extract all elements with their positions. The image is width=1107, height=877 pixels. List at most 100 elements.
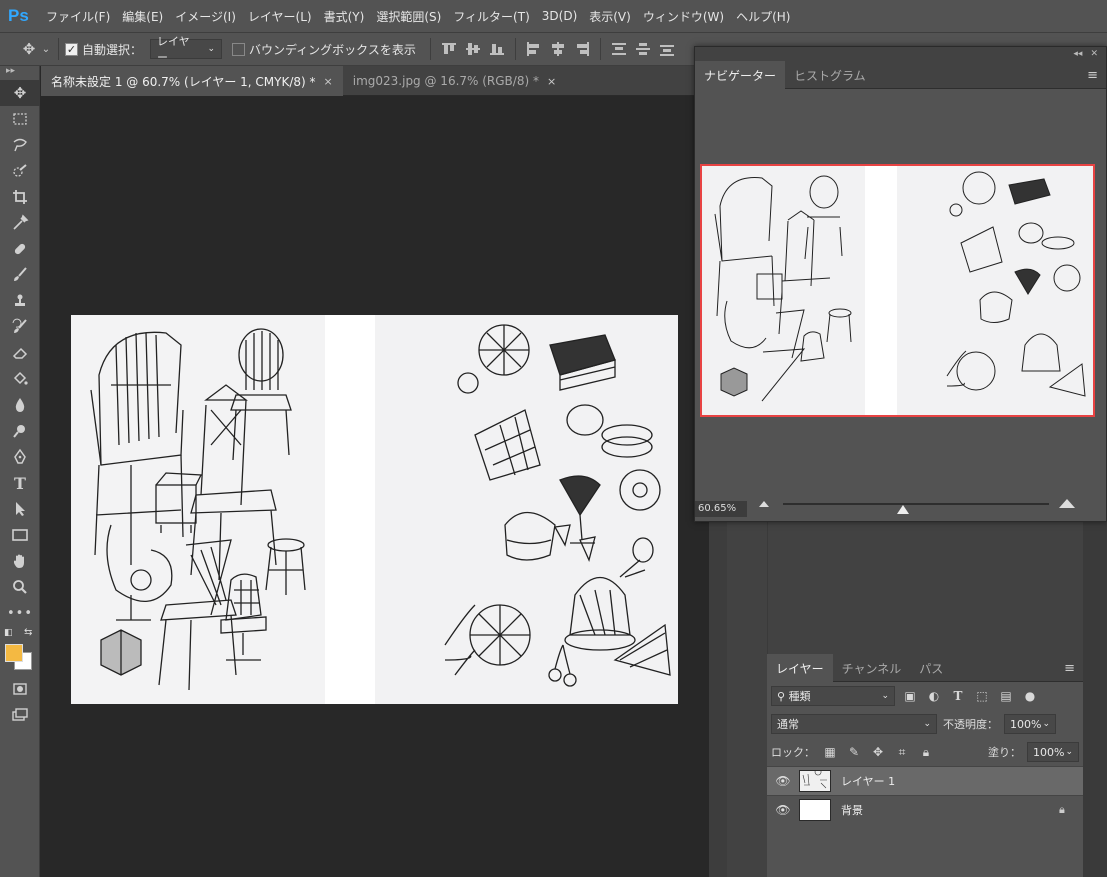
type-filter-icon[interactable]: T bbox=[949, 689, 967, 703]
brush-tool-icon[interactable] bbox=[0, 262, 40, 288]
pixel-filter-icon[interactable]: ▣ bbox=[901, 689, 919, 703]
rectangle-tool-icon[interactable] bbox=[0, 522, 40, 548]
distribute-top-icon[interactable] bbox=[610, 42, 628, 56]
zoom-tool-icon[interactable] bbox=[0, 574, 40, 600]
default-colors-icon[interactable]: ◧ bbox=[4, 628, 13, 638]
panel-menu-icon[interactable]: ≡ bbox=[1087, 68, 1098, 83]
tab-layers[interactable]: レイヤー bbox=[767, 654, 833, 682]
lock-transparent-icon[interactable]: ▦ bbox=[821, 745, 839, 759]
menu-window[interactable]: ウィンドウ(W) bbox=[637, 8, 730, 25]
collapse-panel-icon[interactable]: ◂◂ bbox=[1073, 49, 1082, 59]
zoom-value[interactable]: 60.65% bbox=[695, 501, 747, 517]
smart-object-filter-icon[interactable]: ▤ bbox=[997, 689, 1015, 703]
tab-channels[interactable]: チャンネル bbox=[833, 654, 911, 682]
zoom-slider[interactable] bbox=[783, 503, 1049, 505]
layer-filter-dropdown[interactable]: ⚲ 種類 ⌄ bbox=[771, 686, 895, 706]
blend-row: 通常 ⌄ 不透明度： 100% ⌄ bbox=[767, 710, 1083, 738]
align-bottom-icon[interactable] bbox=[488, 42, 506, 56]
adjustment-filter-icon[interactable]: ◐ bbox=[925, 689, 943, 703]
more-tools-icon[interactable]: ••• bbox=[0, 600, 40, 626]
auto-select-target-dropdown[interactable]: レイヤー ⌄ bbox=[150, 35, 223, 64]
align-left-icon[interactable] bbox=[525, 42, 543, 56]
visibility-eye-icon[interactable]: 👁︎ bbox=[767, 803, 799, 817]
crop-tool-icon[interactable] bbox=[0, 184, 40, 210]
align-vcenter-icon[interactable] bbox=[464, 42, 482, 56]
close-icon[interactable]: × bbox=[324, 75, 333, 88]
layer-name[interactable]: レイヤー 1 bbox=[841, 773, 1059, 789]
blur-tool-icon[interactable] bbox=[0, 392, 40, 418]
align-right-icon[interactable] bbox=[573, 42, 591, 56]
foreground-color-swatch[interactable] bbox=[5, 644, 23, 662]
layers-panel: レイヤー チャンネル パス ≡ ⚲ 種類 ⌄ ▣ ◐ T ⬚ ▤ ● 通常 ⌄ … bbox=[767, 654, 1083, 877]
lasso-tool-icon[interactable] bbox=[0, 132, 40, 158]
tab-document-2[interactable]: img023.jpg @ 16.7% (RGB/8) * × bbox=[343, 66, 566, 96]
auto-select-checkbox[interactable]: ✓ bbox=[65, 42, 78, 56]
lock-artboard-icon[interactable]: ⌗ bbox=[893, 745, 911, 760]
tab-histogram[interactable]: ヒストグラム bbox=[785, 61, 875, 89]
clone-stamp-tool-icon[interactable] bbox=[0, 288, 40, 314]
menu-view[interactable]: 表示(V) bbox=[583, 8, 637, 25]
eyedropper-tool-icon[interactable] bbox=[0, 210, 40, 236]
filter-toggle-icon[interactable]: ● bbox=[1021, 689, 1039, 703]
close-icon[interactable]: × bbox=[547, 75, 556, 88]
tool-preset-chevron-icon[interactable]: ⌄ bbox=[40, 44, 52, 55]
lock-all-icon[interactable]: 🔒︎ bbox=[917, 745, 935, 760]
layer-row[interactable]: 👁︎ レイヤー 1 bbox=[767, 766, 1083, 795]
menu-file[interactable]: ファイル(F) bbox=[40, 8, 116, 25]
align-hcenter-icon[interactable] bbox=[549, 42, 567, 56]
menu-layer[interactable]: レイヤー(L) bbox=[242, 8, 318, 25]
hand-tool-icon[interactable] bbox=[0, 548, 40, 574]
move-tool-icon[interactable]: ✥ bbox=[0, 80, 40, 106]
visibility-eye-icon[interactable]: 👁︎ bbox=[767, 774, 799, 788]
distribute-bottom-icon[interactable] bbox=[658, 42, 676, 56]
layer-row[interactable]: 👁︎ 背景 🔒︎ bbox=[767, 795, 1083, 824]
menu-3d[interactable]: 3D(D) bbox=[536, 9, 583, 23]
menu-help[interactable]: ヘルプ(H) bbox=[730, 8, 796, 25]
path-select-tool-icon[interactable] bbox=[0, 496, 40, 522]
canvas-area[interactable] bbox=[41, 97, 709, 877]
navigator-preview[interactable] bbox=[700, 164, 1095, 417]
paint-bucket-tool-icon[interactable] bbox=[0, 366, 40, 392]
distribute-vcenter-icon[interactable] bbox=[634, 42, 652, 56]
panel-menu-icon[interactable]: ≡ bbox=[1064, 661, 1075, 676]
marquee-tool-icon[interactable] bbox=[0, 106, 40, 132]
opacity-field[interactable]: 100% ⌄ bbox=[1004, 714, 1056, 734]
history-brush-tool-icon[interactable] bbox=[0, 314, 40, 340]
tab-document-1[interactable]: 名称未設定 1 @ 60.7% (レイヤー 1, CMYK/8) * × bbox=[41, 66, 343, 96]
healing-brush-tool-icon[interactable] bbox=[0, 236, 40, 262]
pen-tool-icon[interactable] bbox=[0, 444, 40, 470]
dodge-tool-icon[interactable] bbox=[0, 418, 40, 444]
zoom-in-icon[interactable] bbox=[1059, 499, 1075, 508]
quick-mask-icon[interactable] bbox=[0, 676, 40, 702]
zoom-out-icon[interactable] bbox=[759, 501, 769, 507]
quick-select-tool-icon[interactable] bbox=[0, 158, 40, 184]
layer-name[interactable]: 背景 bbox=[841, 802, 1059, 818]
document-canvas[interactable] bbox=[71, 315, 678, 704]
lock-position-icon[interactable]: ✥ bbox=[869, 745, 887, 759]
eraser-tool-icon[interactable] bbox=[0, 340, 40, 366]
filter-kind-value: 種類 bbox=[788, 690, 811, 703]
screen-mode-icon[interactable] bbox=[0, 702, 40, 728]
zoom-slider-thumb[interactable] bbox=[897, 505, 909, 514]
menu-edit[interactable]: 編集(E) bbox=[116, 8, 169, 25]
swap-colors-icon[interactable]: ⇆ bbox=[24, 627, 32, 638]
panel-titlebar[interactable]: ◂◂ ✕ bbox=[695, 47, 1106, 61]
lock-icon[interactable]: 🔒︎ bbox=[1059, 803, 1083, 817]
menu-image[interactable]: イメージ(I) bbox=[169, 8, 242, 25]
shape-filter-icon[interactable]: ⬚ bbox=[973, 689, 991, 703]
tab-navigator[interactable]: ナビゲーター bbox=[695, 61, 786, 89]
type-tool-icon[interactable]: T bbox=[0, 470, 40, 496]
fill-field[interactable]: 100% ⌄ bbox=[1027, 742, 1079, 762]
menu-type[interactable]: 書式(Y) bbox=[318, 8, 371, 25]
menu-select[interactable]: 選択範囲(S) bbox=[370, 8, 447, 25]
align-top-icon[interactable] bbox=[440, 42, 458, 56]
blend-mode-dropdown[interactable]: 通常 ⌄ bbox=[771, 714, 937, 734]
close-panel-icon[interactable]: ✕ bbox=[1090, 49, 1098, 59]
collapse-toolbar-icon[interactable]: ▸▸ bbox=[0, 66, 39, 80]
bounding-box-checkbox[interactable] bbox=[232, 42, 246, 56]
sweets-sketch-page bbox=[375, 315, 678, 704]
tab-paths[interactable]: パス bbox=[910, 654, 952, 682]
lock-image-icon[interactable]: ✎ bbox=[845, 745, 863, 759]
menu-filter[interactable]: フィルター(T) bbox=[447, 8, 535, 25]
move-tool-icon[interactable]: ✥ bbox=[18, 40, 40, 58]
